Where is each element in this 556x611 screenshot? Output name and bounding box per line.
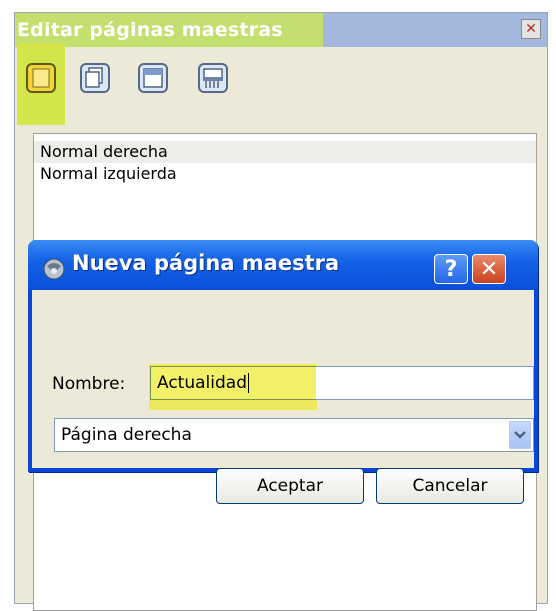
help-button[interactable]: ? [434, 254, 468, 284]
duplicate-page-icon [80, 63, 110, 93]
delete-page-button[interactable] [196, 61, 230, 95]
chevron-down-icon[interactable] [509, 421, 531, 449]
load-page-button[interactable] [136, 61, 170, 95]
text-caret [247, 373, 249, 393]
dialog-body: Nombre: Actualidad Página derecha Acepta… [32, 290, 534, 504]
load-page-icon [138, 63, 168, 93]
app-icon [43, 258, 65, 280]
dialog-title: Nueva página maestra [72, 251, 340, 275]
accept-button[interactable]: Aceptar [216, 468, 364, 504]
name-value: Actualidad [157, 373, 247, 393]
name-field[interactable]: Actualidad [150, 366, 534, 400]
page-type-select[interactable]: Página derecha [54, 418, 534, 452]
list-item[interactable]: Normal derecha [34, 141, 536, 163]
duplicate-page-button[interactable] [78, 61, 112, 95]
page-type-value: Página derecha [61, 425, 192, 445]
dialog-close-button[interactable]: ✕ [472, 254, 506, 284]
palette-titlebar[interactable]: Editar páginas maestras ✕ [15, 13, 547, 47]
new-page-icon [26, 63, 56, 93]
delete-page-icon [198, 63, 228, 93]
new-page-button[interactable] [24, 61, 58, 95]
dialog-titlebar[interactable]: Nueva página maestra ? ✕ [28, 240, 538, 290]
palette-close-button[interactable]: ✕ [521, 19, 541, 39]
cancel-button[interactable]: Cancelar [376, 468, 524, 504]
name-label: Nombre: [52, 374, 126, 394]
new-master-page-dialog: Nueva página maestra ? ✕ Nombre: Actuali… [28, 240, 538, 504]
palette-title: Editar páginas maestras [17, 19, 283, 41]
list-item[interactable]: Normal izquierda [40, 163, 177, 185]
